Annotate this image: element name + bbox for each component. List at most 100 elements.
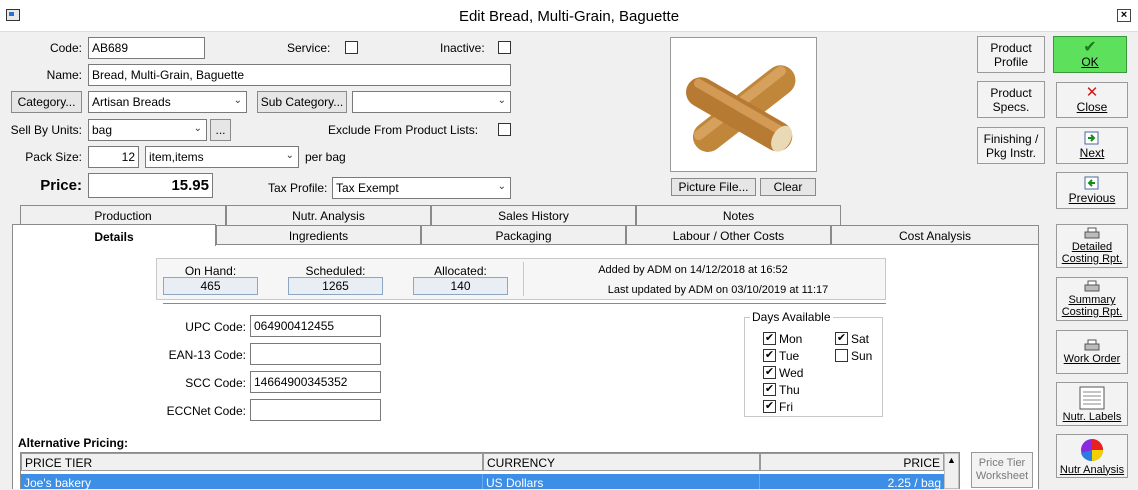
scc-label: SCC Code: bbox=[185, 376, 246, 390]
tab-nutr-analysis[interactable]: Nutr. Analysis bbox=[226, 205, 431, 225]
sell-units-label: Sell By Units: bbox=[10, 123, 82, 137]
product-specs-button[interactable]: Product Specs. bbox=[977, 81, 1045, 118]
tab-cost-analysis[interactable]: Cost Analysis bbox=[831, 225, 1039, 244]
thursday-checkbox[interactable]: ✔ bbox=[763, 383, 776, 396]
upc-input[interactable]: 064900412455 bbox=[250, 315, 381, 337]
close-button[interactable]: ✕ Close bbox=[1056, 82, 1128, 118]
tab-production[interactable]: Production bbox=[20, 205, 226, 225]
chevron-down-icon: ⌄ bbox=[233, 95, 242, 106]
category-select[interactable]: Artisan Breads ⌄ bbox=[88, 91, 247, 113]
printer-icon bbox=[1084, 280, 1100, 292]
category-value: Artisan Breads bbox=[92, 95, 171, 109]
pie-chart-icon bbox=[1081, 438, 1103, 461]
monday-checkbox[interactable]: ✔ bbox=[763, 332, 776, 345]
tab-details[interactable]: Details bbox=[12, 224, 216, 246]
scroll-up-icon[interactable]: ▲ bbox=[947, 455, 956, 465]
on-hand-value: 465 bbox=[163, 277, 258, 295]
sell-units-ellipsis-button[interactable]: ... bbox=[210, 119, 231, 141]
scheduled-label: Scheduled: bbox=[305, 264, 366, 278]
detailed-costing-button[interactable]: Detailed Costing Rpt. bbox=[1056, 224, 1128, 268]
price-tier-cell[interactable]: Joe's bakery bbox=[21, 474, 483, 490]
picture-file-button[interactable]: Picture File... bbox=[671, 178, 756, 196]
scheduled-value: 1265 bbox=[288, 277, 383, 295]
next-label: Next bbox=[1079, 146, 1105, 160]
scc-input[interactable]: 14664900345352 bbox=[250, 371, 381, 393]
tax-profile-select[interactable]: Tax Exempt ⌄ bbox=[332, 177, 511, 199]
wednesday-checkbox[interactable]: ✔ bbox=[763, 366, 776, 379]
sell-units-select[interactable]: bag ⌄ bbox=[88, 119, 207, 141]
nutr-analysis-button[interactable]: Nutr Analysis bbox=[1056, 434, 1128, 478]
code-input[interactable]: AB689 bbox=[88, 37, 205, 59]
pricing-scrollbar[interactable]: ▲ bbox=[944, 453, 959, 489]
chevron-down-icon: ⌄ bbox=[193, 123, 202, 134]
printer-icon bbox=[1084, 227, 1100, 239]
printer-icon bbox=[1084, 339, 1100, 351]
pack-size-label: Pack Size: bbox=[25, 150, 82, 164]
currency-header[interactable]: CURRENCY bbox=[483, 453, 760, 471]
next-arrow-icon bbox=[1084, 131, 1099, 145]
eccnet-input[interactable] bbox=[250, 399, 381, 421]
ean-input[interactable] bbox=[250, 343, 381, 365]
title-bar: Edit Bread, Multi-Grain, Baguette × bbox=[0, 0, 1138, 32]
next-button[interactable]: Next bbox=[1056, 127, 1128, 164]
previous-arrow-icon bbox=[1084, 176, 1099, 190]
subcategory-select[interactable]: ⌄ bbox=[352, 91, 511, 113]
separator bbox=[163, 303, 886, 304]
price-tier-worksheet-button[interactable]: Price Tier Worksheet bbox=[971, 452, 1033, 488]
category-button[interactable]: Category... bbox=[11, 91, 82, 113]
product-profile-button[interactable]: Product Profile bbox=[977, 36, 1045, 73]
previous-label: Previous bbox=[1068, 191, 1116, 205]
price-input[interactable]: 15.95 bbox=[88, 173, 213, 198]
per-bag-label: per bag bbox=[305, 150, 346, 164]
exclude-checkbox[interactable] bbox=[498, 123, 511, 136]
pack-size-input[interactable]: 12 bbox=[88, 146, 139, 168]
tab-packaging[interactable]: Packaging bbox=[421, 225, 626, 244]
pack-unit-value: item,items bbox=[149, 150, 204, 164]
name-label: Name: bbox=[46, 68, 82, 82]
tab-labour-other-costs[interactable]: Labour / Other Costs bbox=[626, 225, 831, 244]
ok-button[interactable]: ✔ OK bbox=[1053, 36, 1127, 73]
previous-button[interactable]: Previous bbox=[1056, 172, 1128, 209]
friday-checkbox[interactable]: ✔ bbox=[763, 400, 776, 413]
close-label: Close bbox=[1076, 100, 1108, 114]
sell-units-value: bag bbox=[92, 123, 113, 137]
on-hand-label: On Hand: bbox=[184, 264, 237, 278]
tuesday-checkbox[interactable]: ✔ bbox=[763, 349, 776, 362]
inactive-checkbox[interactable] bbox=[498, 41, 511, 54]
stock-panel-divider bbox=[523, 262, 524, 296]
work-order-button[interactable]: Work Order bbox=[1056, 330, 1128, 374]
tab-notes[interactable]: Notes bbox=[636, 205, 841, 225]
nutr-labels-button[interactable]: Nutr. Labels bbox=[1056, 382, 1128, 426]
sunday-checkbox[interactable] bbox=[835, 349, 848, 362]
clear-picture-button[interactable]: Clear bbox=[760, 178, 816, 196]
name-input[interactable]: Bread, Multi-Grain, Baguette bbox=[88, 64, 511, 86]
sunday-label: Sun bbox=[851, 349, 873, 363]
tab-ingredients[interactable]: Ingredients bbox=[216, 225, 421, 244]
eccnet-label: ECCNet Code: bbox=[166, 404, 246, 418]
work-order-label: Work Order bbox=[1063, 353, 1121, 365]
last-updated-text: Last updated by ADM on 03/10/2019 at 11:… bbox=[607, 284, 829, 296]
summary-costing-label: Summary Costing Rpt. bbox=[1061, 294, 1123, 318]
finishing-button[interactable]: Finishing / Pkg Instr. bbox=[977, 127, 1045, 164]
tuesday-label: Tue bbox=[779, 349, 800, 363]
window-title: Edit Bread, Multi-Grain, Baguette bbox=[458, 8, 680, 25]
service-checkbox[interactable] bbox=[345, 41, 358, 54]
saturday-checkbox[interactable]: ✔ bbox=[835, 332, 848, 345]
pack-unit-select[interactable]: item,items ⌄ bbox=[145, 146, 299, 168]
nutrition-label-icon bbox=[1079, 386, 1105, 409]
days-available-title: Days Available bbox=[750, 310, 833, 324]
detailed-costing-label: Detailed Costing Rpt. bbox=[1061, 241, 1123, 265]
subcategory-button[interactable]: Sub Category... bbox=[257, 91, 347, 113]
close-window-icon[interactable]: × bbox=[1117, 9, 1131, 22]
price-header[interactable]: PRICE bbox=[760, 453, 944, 471]
currency-cell[interactable]: US Dollars bbox=[483, 474, 760, 490]
chevron-down-icon: ⌄ bbox=[285, 150, 294, 161]
wednesday-label: Wed bbox=[779, 366, 804, 380]
allocated-label: Allocated: bbox=[434, 264, 487, 278]
summary-costing-button[interactable]: Summary Costing Rpt. bbox=[1056, 277, 1128, 321]
price-cell[interactable]: 2.25 / bag bbox=[760, 474, 944, 490]
tab-sales-history[interactable]: Sales History bbox=[431, 205, 636, 225]
saturday-label: Sat bbox=[851, 332, 870, 346]
price-tier-header[interactable]: PRICE TIER bbox=[21, 453, 483, 471]
checkmark-icon: ✔ bbox=[1083, 39, 1097, 56]
